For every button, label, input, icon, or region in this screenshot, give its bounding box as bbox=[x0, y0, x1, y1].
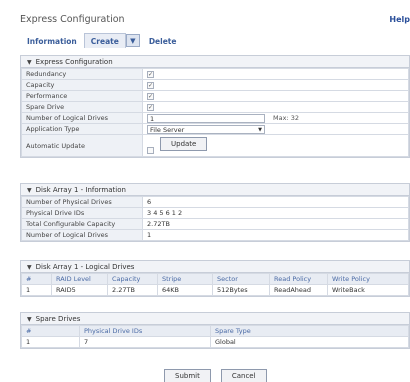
column-header: Physical Drive IDs bbox=[79, 325, 211, 337]
table-row[interactable]: 1 RAID5 2.27TB 64KB 512Bytes ReadAhead W… bbox=[21, 284, 409, 296]
info-row: Number of Logical Drives 1 bbox=[21, 229, 409, 241]
tab-delete[interactable]: Delete bbox=[142, 33, 184, 48]
column-header: RAID Level bbox=[51, 273, 108, 285]
info-label: Physical Drive IDs bbox=[21, 207, 143, 219]
disk-array-info-header[interactable]: ▼ Disk Array 1 - Information bbox=[21, 184, 409, 196]
column-header: # bbox=[21, 273, 52, 285]
info-row: Number of Physical Drives 6 bbox=[21, 196, 409, 208]
disk-array-info-title: Disk Array 1 - Information bbox=[35, 186, 126, 194]
disk-array-info-panel: ▼ Disk Array 1 - Information Number of Ph… bbox=[20, 183, 410, 242]
table-cell: 512Bytes bbox=[212, 284, 270, 296]
help-link[interactable]: Help bbox=[389, 15, 410, 24]
info-label: Total Configurable Capacity bbox=[21, 218, 143, 230]
submit-button[interactable]: Submit bbox=[164, 369, 211, 382]
option-label: Number of Logical Drives bbox=[21, 112, 143, 124]
option-row-spare-drive: Spare Drive ✓ bbox=[21, 101, 409, 113]
option-row-redundancy: Redundancy ✓ bbox=[21, 68, 409, 80]
column-header: # bbox=[21, 325, 80, 337]
column-header: Spare Type bbox=[210, 325, 409, 337]
form-actions: Submit Cancel bbox=[164, 369, 267, 382]
express-config-title: Express Configuration bbox=[35, 58, 113, 66]
info-row: Total Configurable Capacity 2.72TB bbox=[21, 218, 409, 230]
triangle-down-icon[interactable]: ▼ bbox=[27, 316, 32, 323]
column-header: Capacity bbox=[107, 273, 158, 285]
table-cell: 1 bbox=[21, 284, 52, 296]
spare-drives-table: # Physical Drive IDs Spare Type 1 7 Glob… bbox=[21, 325, 409, 348]
info-value: 6 bbox=[142, 196, 409, 208]
logical-drives-input[interactable]: 1 bbox=[147, 113, 265, 123]
dropdown-caret-icon[interactable]: ▼ bbox=[125, 34, 140, 47]
express-config-panel: ▼ Express Configuration Redundancy ✓ Capa… bbox=[20, 55, 410, 158]
cancel-button[interactable]: Cancel bbox=[220, 369, 267, 382]
option-row-application-type: Application Type File Server ▼ bbox=[21, 123, 409, 135]
spare-drives-header[interactable]: ▼ Spare Drives bbox=[21, 313, 409, 325]
info-value: 3 4 5 6 1 2 bbox=[142, 207, 409, 219]
update-button[interactable]: Update bbox=[160, 137, 208, 151]
triangle-down-icon[interactable]: ▼ bbox=[27, 187, 32, 194]
express-config-table: Redundancy ✓ Capacity ✓ Performance ✓ Sp… bbox=[21, 68, 409, 157]
triangle-down-icon[interactable]: ▼ bbox=[27, 264, 32, 271]
disk-array-info-table: Number of Physical Drives 6 Physical Driv… bbox=[21, 196, 409, 241]
table-cell: RAID5 bbox=[51, 284, 108, 296]
logical-drives-panel: ▼ Disk Array 1 - Logical Drives # RAID Le… bbox=[20, 260, 410, 297]
info-label: Number of Logical Drives bbox=[21, 229, 143, 241]
column-header: Stripe bbox=[157, 273, 213, 285]
option-label: Spare Drive bbox=[21, 101, 143, 113]
table-cell: WriteBack bbox=[327, 284, 409, 296]
application-type-value: File Server bbox=[150, 125, 185, 134]
performance-checkbox[interactable]: ✓ bbox=[147, 93, 154, 100]
automatic-update-checkbox[interactable] bbox=[147, 147, 154, 154]
redundancy-checkbox[interactable]: ✓ bbox=[147, 71, 154, 78]
logical-drives-title: Disk Array 1 - Logical Drives bbox=[35, 263, 135, 271]
page-title: Express Configuration bbox=[20, 14, 125, 25]
max-drives-hint: Max: 32 bbox=[273, 114, 299, 122]
option-label: Capacity bbox=[21, 79, 143, 91]
table-row[interactable]: 1 7 Global bbox=[21, 336, 409, 348]
option-label: Application Type bbox=[21, 123, 143, 135]
column-header: Read Policy bbox=[269, 273, 328, 285]
info-value: 1 bbox=[142, 229, 409, 241]
table-cell: 64KB bbox=[157, 284, 213, 296]
application-type-select[interactable]: File Server ▼ bbox=[147, 124, 265, 134]
column-header: Sector bbox=[212, 273, 270, 285]
option-row-performance: Performance ✓ bbox=[21, 90, 409, 102]
table-header-row: # Physical Drive IDs Spare Type bbox=[21, 325, 409, 337]
tab-bar: Information Create ▼ Delete bbox=[20, 33, 183, 48]
table-cell: 2.27TB bbox=[107, 284, 158, 296]
info-label: Number of Physical Drives bbox=[21, 196, 143, 208]
table-cell: Global bbox=[210, 336, 409, 348]
capacity-checkbox[interactable]: ✓ bbox=[147, 82, 154, 89]
table-cell: 7 bbox=[79, 336, 211, 348]
option-label: Performance bbox=[21, 90, 143, 102]
option-row-automatic-update: Automatic Update Update bbox=[21, 134, 409, 157]
triangle-down-icon[interactable]: ▼ bbox=[27, 59, 32, 66]
info-row: Physical Drive IDs 3 4 5 6 1 2 bbox=[21, 207, 409, 219]
spare-drives-title: Spare Drives bbox=[35, 315, 81, 323]
column-header: Write Policy bbox=[327, 273, 409, 285]
express-config-header[interactable]: ▼ Express Configuration bbox=[21, 56, 409, 68]
option-row-capacity: Capacity ✓ bbox=[21, 79, 409, 91]
logical-drives-header[interactable]: ▼ Disk Array 1 - Logical Drives bbox=[21, 261, 409, 273]
select-arrow-icon: ▼ bbox=[258, 126, 262, 133]
table-cell: ReadAhead bbox=[269, 284, 328, 296]
tab-information[interactable]: Information bbox=[20, 33, 84, 48]
spare-drive-checkbox[interactable]: ✓ bbox=[147, 104, 154, 111]
option-row-logical-drives: Number of Logical Drives 1 Max: 32 bbox=[21, 112, 409, 124]
table-cell: 1 bbox=[21, 336, 80, 348]
table-header-row: # RAID Level Capacity Stripe Sector Read… bbox=[21, 273, 409, 285]
spare-drives-panel: ▼ Spare Drives # Physical Drive IDs Spare… bbox=[20, 312, 410, 349]
info-value: 2.72TB bbox=[142, 218, 409, 230]
option-label: Automatic Update bbox=[21, 134, 143, 157]
logical-drives-table: # RAID Level Capacity Stripe Sector Read… bbox=[21, 273, 409, 296]
tab-create[interactable]: Create bbox=[83, 33, 126, 48]
option-label: Redundancy bbox=[21, 68, 143, 80]
